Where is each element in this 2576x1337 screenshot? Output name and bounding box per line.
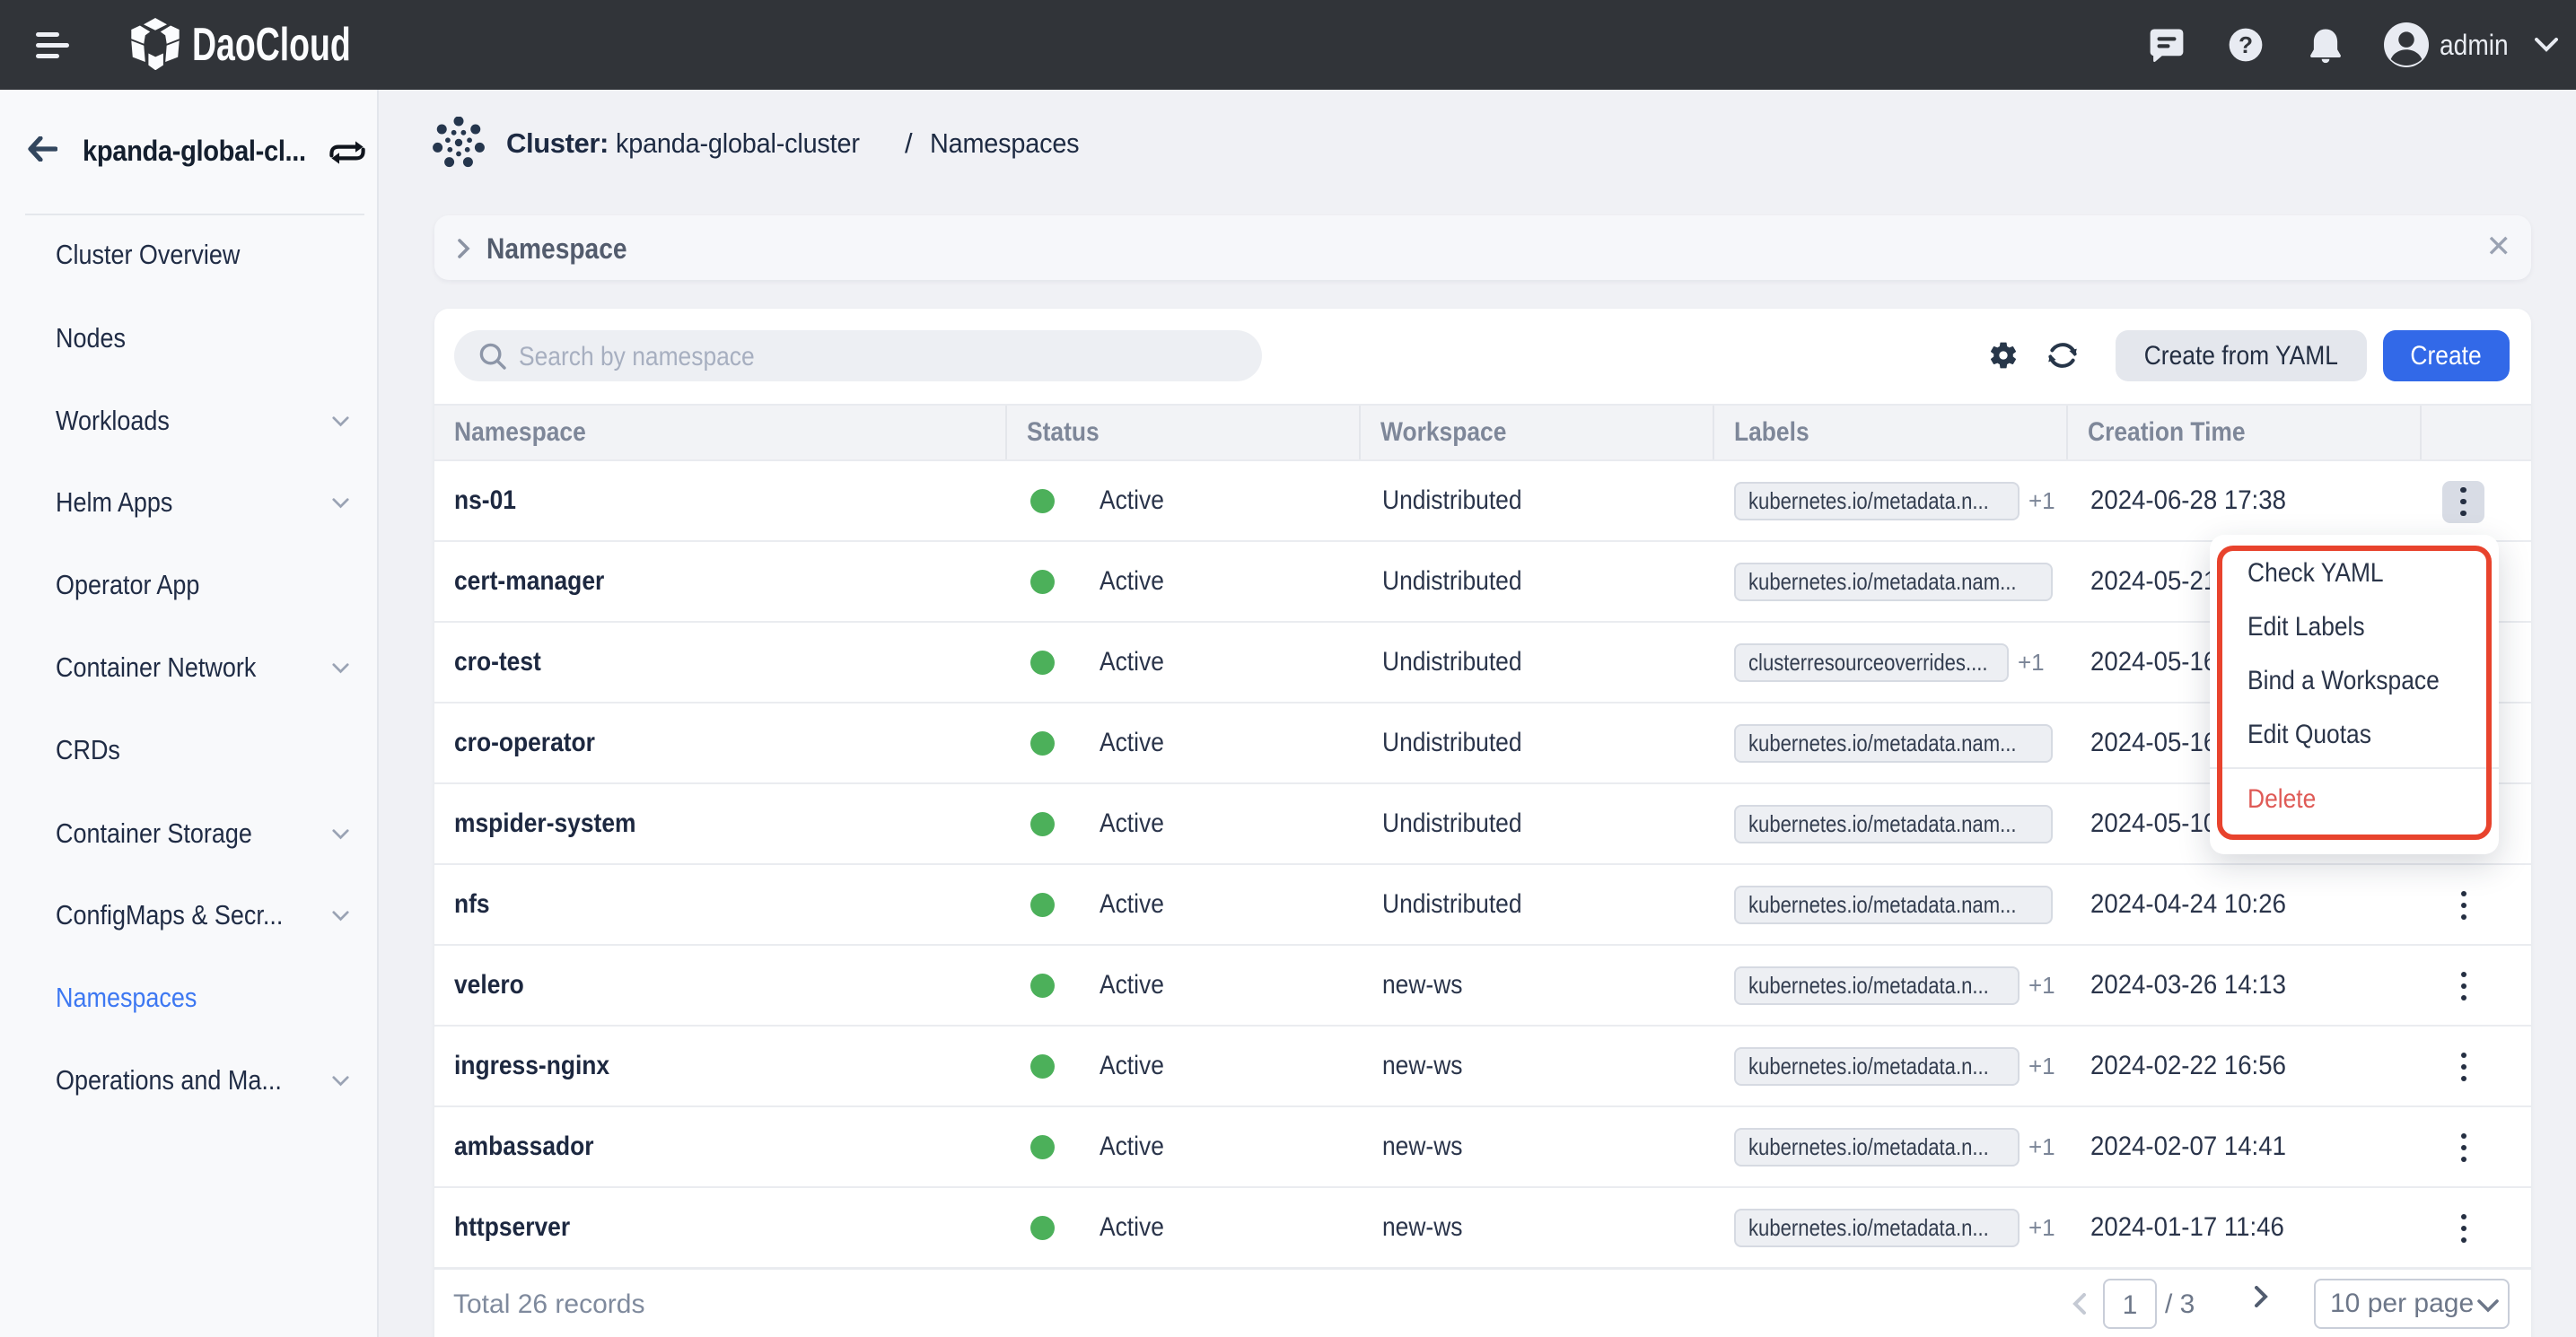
- svg-text:?: ?: [2239, 31, 2253, 58]
